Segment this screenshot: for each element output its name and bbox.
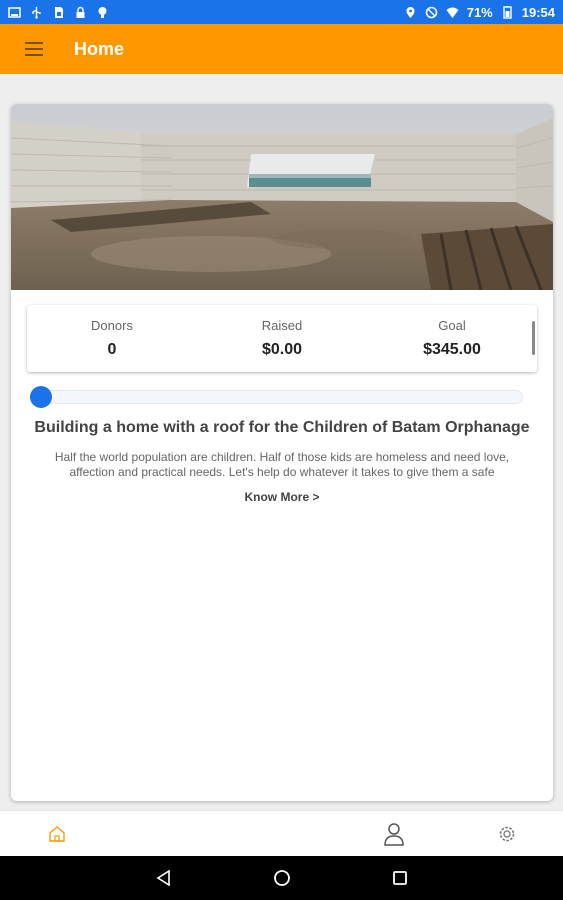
page-title: Home — [74, 38, 125, 59]
bottom-navigation — [0, 810, 563, 856]
home-icon — [49, 826, 65, 842]
sim-icon — [55, 6, 63, 18]
system-home-button[interactable] — [260, 856, 304, 900]
lock-icon — [76, 6, 85, 18]
status-bar: 71% 19:54 — [0, 0, 563, 24]
bulb-icon — [98, 6, 107, 18]
nav-settings-button[interactable] — [484, 811, 530, 857]
status-right: 71% 19:54 — [404, 5, 555, 20]
stat-donors: Donors 0 — [27, 305, 197, 372]
campaign-stats: Donors 0 Raised $0.00 Goal $345.00 — [27, 305, 537, 372]
know-more-link[interactable]: Know More > — [11, 490, 553, 504]
stat-value: 0 — [107, 341, 117, 358]
clock: 19:54 — [521, 4, 555, 20]
dnd-icon — [425, 6, 437, 18]
stat-label: Goal — [438, 318, 466, 333]
settings-gear-icon — [499, 826, 515, 842]
status-left-icons — [8, 6, 109, 19]
recents-icon — [393, 871, 407, 885]
location-icon — [406, 6, 415, 18]
hamburger-menu-icon — [25, 42, 43, 56]
campaign-image — [11, 104, 553, 290]
menu-button[interactable] — [0, 24, 70, 74]
stat-raised: Raised $0.00 — [197, 305, 367, 372]
system-recents-button[interactable] — [378, 856, 422, 900]
campaign-description: Half the world population are children. … — [54, 450, 510, 479]
usb-icon — [32, 6, 41, 19]
stat-label: Raised — [261, 318, 303, 333]
app-bar: Home — [0, 24, 563, 74]
system-navigation — [0, 856, 563, 900]
progress-track — [31, 390, 523, 404]
funding-progress — [29, 386, 523, 408]
battery-percent: 71% — [466, 4, 493, 20]
nav-home-button[interactable] — [34, 811, 80, 857]
user-icon — [384, 823, 404, 846]
back-icon — [156, 870, 170, 886]
progress-thumb — [30, 386, 52, 408]
stat-goal: Goal $345.00 — [367, 305, 537, 372]
system-back-button[interactable] — [142, 856, 186, 900]
battery-icon — [503, 5, 512, 19]
campaign-card[interactable]: Donors 0 Raised $0.00 Goal $345.00 Build… — [11, 104, 553, 801]
stat-value: $0.00 — [261, 341, 303, 358]
stat-value: $345.00 — [423, 341, 481, 358]
home-circle-icon — [274, 870, 290, 886]
campaign-title: Building a home with a roof for the Chil… — [34, 419, 530, 436]
wifi-icon — [446, 7, 459, 18]
stats-scrollbar[interactable] — [532, 321, 535, 355]
image-icon — [8, 6, 21, 18]
nav-profile-button[interactable] — [371, 811, 417, 857]
stat-label: Donors — [91, 318, 133, 333]
